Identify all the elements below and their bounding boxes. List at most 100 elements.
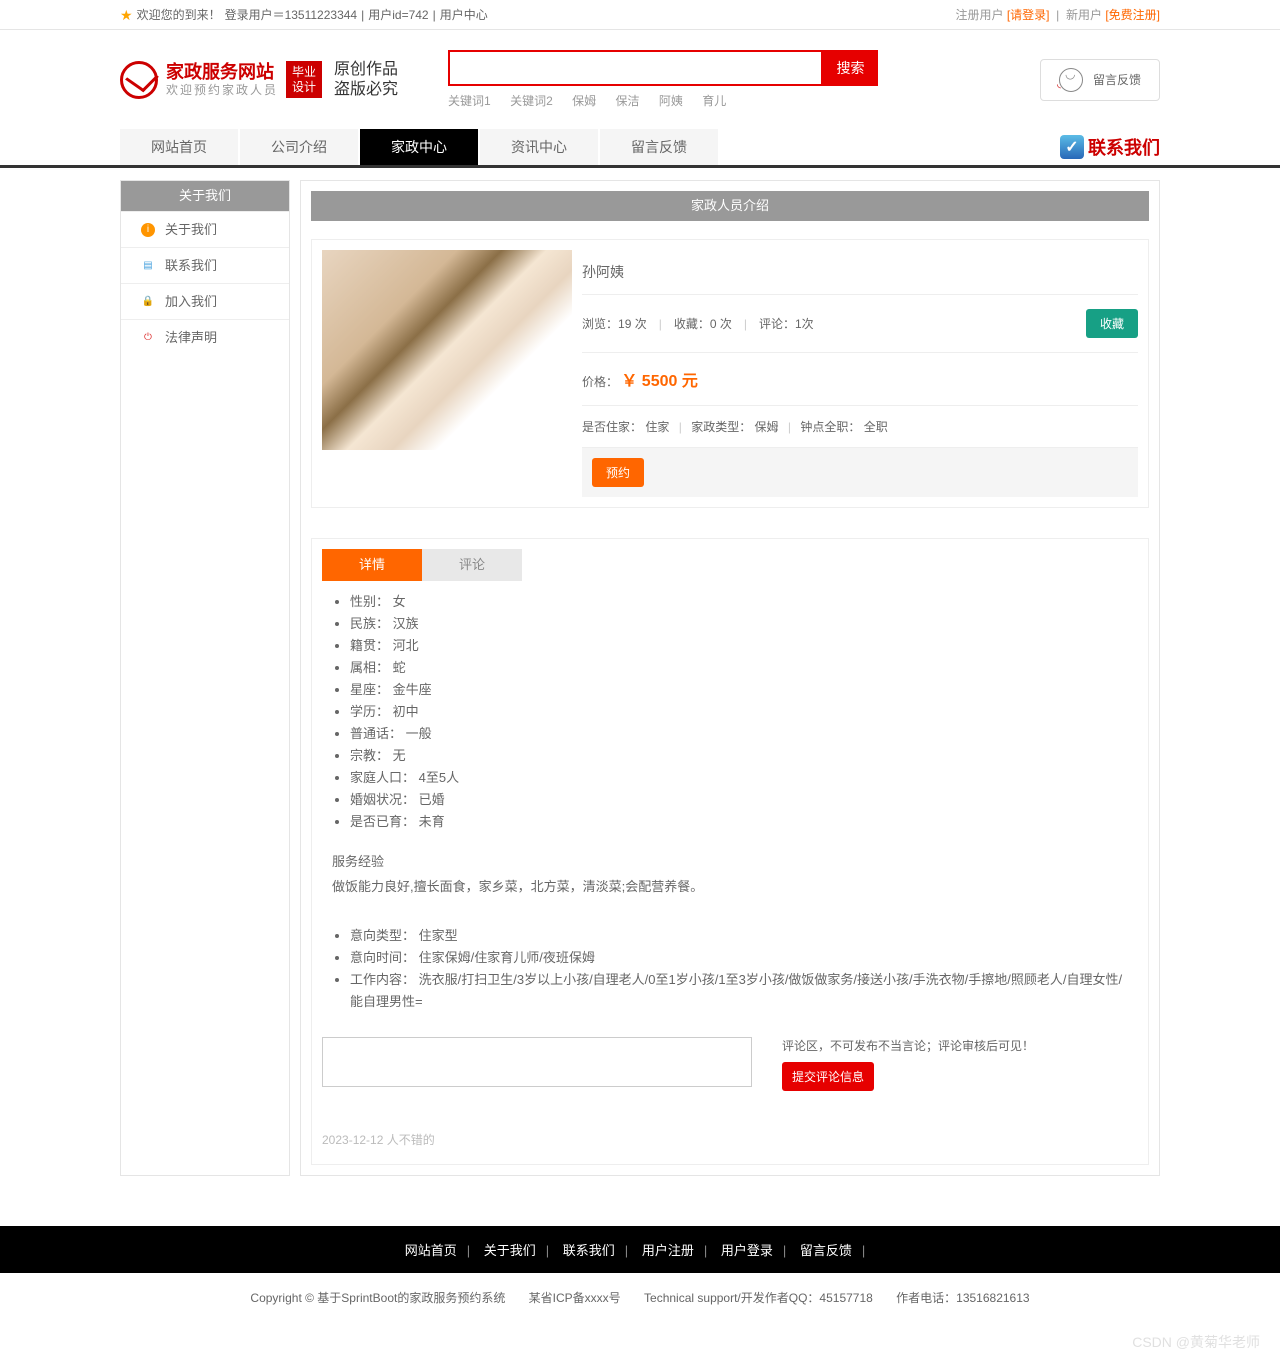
register-link[interactable]: [免费注册]	[1105, 8, 1160, 22]
attrs-row: 是否住家： 住家 | 家政类型： 保姆 | 钟点全职： 全职	[582, 406, 1138, 448]
keyword-link[interactable]: 育儿	[702, 94, 726, 108]
tech-support: Technical support/开发作者QQ：45157718	[644, 1291, 873, 1305]
content-title: 家政人员介绍	[311, 191, 1149, 221]
profile-info: 孙阿姨 浏览： 19 次 | 收藏： 0 次 | 评论： 1次 收藏 价格： ￥…	[582, 240, 1148, 507]
submit-comment-button[interactable]: 提交评论信息	[782, 1062, 874, 1091]
list-item: 籍贯： 河北	[350, 635, 1128, 657]
list-item: 学历： 初中	[350, 701, 1128, 723]
keyword-link[interactable]: 保姆	[572, 94, 596, 108]
topbar: ★ 欢迎您的到来！ 登录用户＝13511223344 | 用户id=742 | …	[0, 0, 1280, 30]
nav-housekeeping[interactable]: 家政中心	[360, 129, 478, 165]
list-item: 意向类型： 住家型	[350, 925, 1128, 947]
contact-us[interactable]: ✓ 联系我们	[1060, 134, 1160, 160]
fav-label: 收藏：	[674, 315, 710, 332]
nav-home[interactable]: 网站首页	[120, 129, 238, 165]
favorite-button[interactable]: 收藏	[1086, 309, 1138, 338]
footer-link[interactable]: 关于我们	[484, 1243, 536, 1258]
person-name: 孙阿姨	[582, 250, 1138, 295]
price-value: ￥ 5500 元	[621, 373, 698, 390]
list-item: 意向时间： 住家保姆/住家育儿师/夜班保姆	[350, 947, 1128, 969]
nav-company[interactable]: 公司介绍	[240, 129, 358, 165]
attr1-label: 是否住家：	[582, 420, 642, 434]
list-item: 性别： 女	[350, 591, 1128, 613]
search-keywords: 关键词1 关键词2 保姆 保洁 阿姨 育儿	[448, 92, 878, 109]
book-button[interactable]: 预约	[592, 458, 644, 487]
sidebar-title: 关于我们	[121, 181, 289, 211]
tab-comment[interactable]: 评论	[422, 549, 522, 581]
profile-card: 孙阿姨 浏览： 19 次 | 收藏： 0 次 | 评论： 1次 收藏 价格： ￥…	[311, 239, 1149, 508]
comment-list: 2023-12-12 人不错的	[312, 1131, 1148, 1158]
new-user-label: 新用户	[1066, 8, 1102, 22]
info-icon: i	[141, 223, 155, 237]
comment-value: 1次	[795, 315, 814, 332]
footer-link[interactable]: 用户登录	[721, 1243, 773, 1258]
price-row: 价格： ￥ 5500 元	[582, 353, 1138, 406]
nav-news[interactable]: 资讯中心	[480, 129, 598, 165]
headset-icon	[1059, 68, 1083, 92]
views-value: 19 次	[618, 315, 647, 332]
original-text: 原创作品 盗版必究	[334, 60, 398, 98]
feedback-button[interactable]: 留言反馈	[1040, 59, 1160, 101]
list-item: 民族： 汉族	[350, 613, 1128, 635]
watermark: CSDN @黄菊华老师	[1132, 1332, 1260, 1352]
main-nav: 网站首页 公司介绍 家政中心 资讯中心 留言反馈 ✓ 联系我们	[0, 129, 1280, 168]
comment-area: 评论区，不可发布不当言论；评论审核后可见！ 提交评论信息	[312, 1037, 1148, 1091]
price-label: 价格：	[582, 375, 618, 389]
list-item: 工作内容： 洗衣服/打扫卫生/3岁以上小孩/自理老人/0至1岁小孩/1至3岁小孩…	[350, 969, 1128, 1013]
nav-feedback[interactable]: 留言反馈	[600, 129, 718, 165]
user-center-link[interactable]: 用户中心	[440, 0, 488, 30]
login-link[interactable]: [请登录]	[1007, 8, 1050, 22]
tab-body: 性别： 女 民族： 汉族 籍贯： 河北 属相： 蛇 星座： 金牛座 学历： 初中…	[312, 581, 1148, 1023]
stats-row: 浏览： 19 次 | 收藏： 0 次 | 评论： 1次 收藏	[582, 295, 1138, 353]
copy-text: Copyright © 基于SprintBoot的家政服务预约系统	[250, 1291, 505, 1305]
sidebar-item-about[interactable]: i 关于我们	[121, 211, 289, 247]
list-item: 家庭人口： 4至5人	[350, 767, 1128, 789]
main-content: 关于我们 i 关于我们 ▤ 联系我们 🔒 加入我们 ⏻ 法律声明 家政人员介绍 …	[120, 168, 1160, 1196]
attr2-label: 家政类型：	[691, 420, 751, 434]
copyright: Copyright © 基于SprintBoot的家政服务预约系统 某省ICP备…	[0, 1273, 1280, 1322]
logo[interactable]: 家政服务网站 欢迎预约家政人员 毕业设计 原创作品 盗版必究	[120, 60, 398, 98]
sidebar-item-legal[interactable]: ⏻ 法律声明	[121, 319, 289, 355]
footer: 网站首页| 关于我们| 联系我们| 用户注册| 用户登录| 留言反馈|	[0, 1226, 1280, 1273]
attr3-label: 钟点全职：	[800, 420, 860, 434]
footer-link[interactable]: 用户注册	[642, 1243, 694, 1258]
list-item: 婚姻状况： 已婚	[350, 789, 1128, 811]
keyword-link[interactable]: 保洁	[615, 94, 639, 108]
tab-detail[interactable]: 详情	[322, 549, 422, 581]
content-panel: 家政人员介绍 孙阿姨 浏览： 19 次 | 收藏： 0 次 | 评论： 1次 收…	[300, 180, 1160, 1176]
comment-tip: 评论区，不可发布不当言论；评论审核后可见！	[782, 1037, 1138, 1054]
profile-photo	[322, 250, 572, 450]
welcome-text: 欢迎您的到来！	[137, 0, 221, 30]
footer-link[interactable]: 留言反馈	[800, 1243, 852, 1258]
exp-title: 服务经验	[332, 851, 1128, 870]
footer-link[interactable]: 联系我们	[563, 1243, 615, 1258]
contact-label: 联系我们	[1088, 134, 1160, 160]
topbar-right: 注册用户 [请登录] | 新用户 [免费注册]	[955, 0, 1160, 30]
comment-textarea[interactable]	[322, 1037, 752, 1087]
list-item: 属相： 蛇	[350, 657, 1128, 679]
search-button[interactable]: 搜索	[823, 50, 878, 86]
intent-list: 意向类型： 住家型 意向时间： 住家保姆/住家育儿师/夜班保姆 工作内容： 洗衣…	[332, 925, 1128, 1013]
power-icon: ⏻	[141, 331, 155, 345]
logo-text: 家政服务网站 欢迎预约家政人员	[166, 62, 278, 98]
keyword-link[interactable]: 关键词2	[510, 94, 553, 108]
sidebar-item-contact[interactable]: ▤ 联系我们	[121, 247, 289, 283]
lock-icon: 🔒	[141, 295, 155, 309]
attr1-value: 住家	[645, 420, 669, 434]
sidebar-item-join[interactable]: 🔒 加入我们	[121, 283, 289, 319]
keyword-link[interactable]: 阿姨	[659, 94, 683, 108]
list-item: 普通话： 一般	[350, 723, 1128, 745]
topbar-left: ★ 欢迎您的到来！ 登录用户＝13511223344 | 用户id=742 | …	[120, 0, 488, 30]
header: 家政服务网站 欢迎预约家政人员 毕业设计 原创作品 盗版必究 搜索 关键词1 关…	[120, 30, 1160, 129]
list-item: 是否已育： 未育	[350, 811, 1128, 833]
comment-right: 评论区，不可发布不当言论；评论审核后可见！ 提交评论信息	[782, 1037, 1138, 1091]
search-input[interactable]	[448, 50, 823, 86]
keyword-link[interactable]: 关键词1	[448, 94, 491, 108]
star-icon: ★	[120, 0, 133, 30]
footer-link[interactable]: 网站首页	[405, 1243, 457, 1258]
tab-header: 详情 评论	[312, 539, 1148, 581]
fav-value: 0 次	[710, 315, 732, 332]
site-title: 家政服务网站	[166, 62, 278, 84]
feedback-label: 留言反馈	[1093, 71, 1141, 88]
comment-entry: 2023-12-12 人不错的	[322, 1131, 1138, 1148]
